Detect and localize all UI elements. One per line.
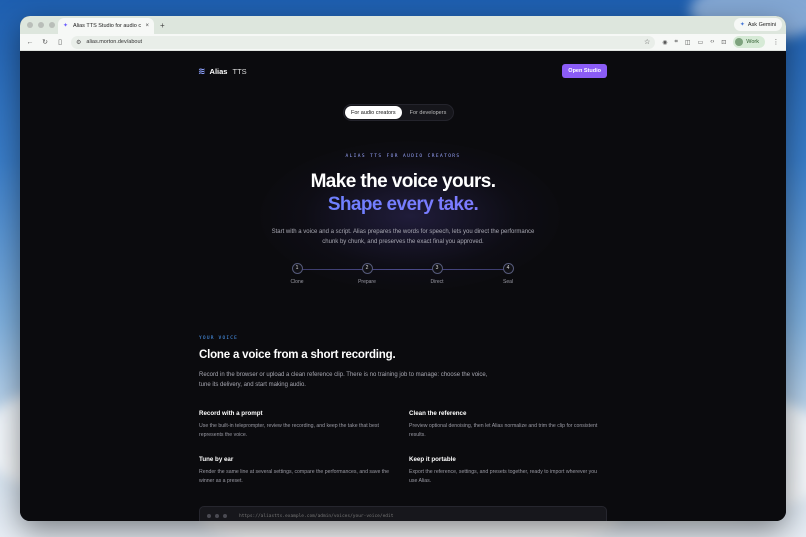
tab-strip: ✦ Alias TTS Studio for audio cre × + ✦ A… (20, 16, 786, 34)
waveform-icon: ≋ (198, 65, 205, 76)
close-tab-icon[interactable]: × (145, 23, 149, 29)
extension-toolbar: ◉ ⌗ ◫ ▭ ‹› ⊡ (662, 39, 726, 46)
section-description: Record in the browser or upload a clean … (199, 372, 488, 388)
browser-window: ✦ Alias TTS Studio for audio cre × + ✦ A… (20, 16, 786, 521)
screenshot-icon[interactable]: ⌗ (675, 39, 678, 46)
step-label: Prepare (358, 279, 376, 285)
step-number: 2 (361, 263, 373, 274)
feature-title: Record with a prompt (199, 410, 263, 417)
avatar (735, 38, 744, 46)
audience-toggle: For audio creators For developers (343, 104, 455, 121)
site-header: ≋ Alias TTS Open Studio (198, 63, 607, 79)
feature-title: Clean the reference (409, 410, 467, 417)
sidebar-icon[interactable]: ▯ (56, 38, 64, 46)
ask-gemini-label: Ask Gemini (747, 21, 776, 28)
reader-icon[interactable]: ▭ (698, 39, 704, 46)
hero-headline: Make the voice yours. (310, 171, 496, 192)
tab-title: Alias TTS Studio for audio cre (73, 23, 142, 29)
browser-mockup: https://aliastts.example.com/admin/voice… (199, 506, 607, 521)
feature-description: Export the reference, settings, and pres… (409, 469, 598, 484)
cast-icon[interactable]: ⊡ (721, 39, 726, 46)
zoom-window-button[interactable] (49, 22, 55, 28)
ask-gemini-button[interactable]: ✦ Ask Gemini (733, 18, 782, 31)
minimize-window-button[interactable] (38, 22, 44, 28)
site-logo[interactable]: ≋ Alias TTS (198, 66, 247, 77)
step-label: Clone (290, 279, 304, 285)
step-number: 3 (431, 263, 443, 274)
url-text[interactable]: alias.morton.dev/about (86, 39, 639, 45)
hero-eyebrow: ALIAS TTS FOR AUDIO CREATORS (345, 154, 461, 159)
tab-audio-creators[interactable]: For audio creators (345, 106, 402, 119)
address-bar[interactable]: ⚙ alias.morton.dev/about ☆ (71, 35, 656, 49)
workflow-steps: 1 Clone 2 Prepare 3 Direct 4 Seal (277, 263, 532, 293)
feature-title: Tune by ear (199, 456, 234, 463)
step-number: 1 (291, 263, 303, 274)
open-studio-button[interactable]: Open Studio (562, 64, 607, 78)
browser-toolbar: ← ↻ ▯ ⚙ alias.morton.dev/about ☆ ◉ ⌗ ◫ ▭… (20, 34, 786, 51)
back-icon[interactable]: ← (26, 39, 34, 46)
devtools-icon[interactable]: ‹› (710, 39, 714, 45)
tab-developers[interactable]: For developers (404, 106, 453, 119)
feature-description: Use the built-in teleprompter, review th… (199, 423, 379, 438)
brand-suffix: TTS (232, 66, 247, 76)
puzzle-icon[interactable]: ◫ (685, 39, 691, 46)
web-page: ≋ Alias TTS Open Studio For audio creato… (20, 51, 786, 521)
feature-tune-by-ear: Tune by ear Render the same line at seve… (199, 456, 395, 486)
section-eyebrow: YOUR VOICE (199, 336, 239, 341)
step-prepare: 2 Prepare (347, 263, 387, 285)
new-tab-button[interactable]: + (160, 21, 165, 30)
mockup-dot (207, 514, 211, 518)
window-controls (20, 22, 58, 28)
feature-description: Preview optional denoising, then let Ali… (409, 423, 598, 438)
feature-clean-reference: Clean the reference Preview optional den… (409, 410, 605, 440)
step-label: Direct (430, 279, 444, 285)
step-number: 4 (502, 263, 514, 274)
site-settings-icon[interactable]: ⚙ (76, 39, 81, 46)
section-title: Clone a voice from a short recording. (199, 349, 396, 361)
feature-record-with-prompt: Record with a prompt Use the built-in te… (199, 410, 395, 440)
menu-icon[interactable]: ⋮ (772, 38, 780, 46)
profile-label: Work (746, 39, 759, 45)
step-direct: 3 Direct (417, 263, 457, 285)
favicon-icon: ✦ (63, 23, 69, 29)
brand-name: Alias (209, 66, 228, 76)
feature-keep-portable: Keep it portable Export the reference, s… (409, 456, 605, 486)
mockup-dot (215, 514, 219, 518)
browser-tab[interactable]: ✦ Alias TTS Studio for audio cre × (58, 18, 154, 34)
step-clone: 1 Clone (277, 263, 317, 285)
hero-subheadline: Shape every take. (20, 194, 786, 216)
feature-title: Keep it portable (409, 456, 456, 463)
mockup-dot (223, 514, 227, 518)
step-label: Seal (502, 279, 513, 285)
extension-icon[interactable]: ◉ (662, 39, 667, 46)
steps-connector (297, 269, 512, 270)
sparkle-icon: ✦ (739, 22, 745, 28)
hero-lede: Start with a voice and a script. Alias p… (271, 229, 535, 245)
profile-chip[interactable]: Work (733, 36, 765, 48)
mockup-url: https://aliastts.example.com/admin/voice… (239, 513, 394, 519)
close-window-button[interactable] (27, 22, 33, 28)
feature-description: Render the same line at several settings… (199, 469, 390, 484)
reload-icon[interactable]: ↻ (41, 38, 49, 46)
step-seal: 4 Seal (488, 263, 528, 285)
bookmark-star-icon[interactable]: ☆ (644, 38, 650, 46)
